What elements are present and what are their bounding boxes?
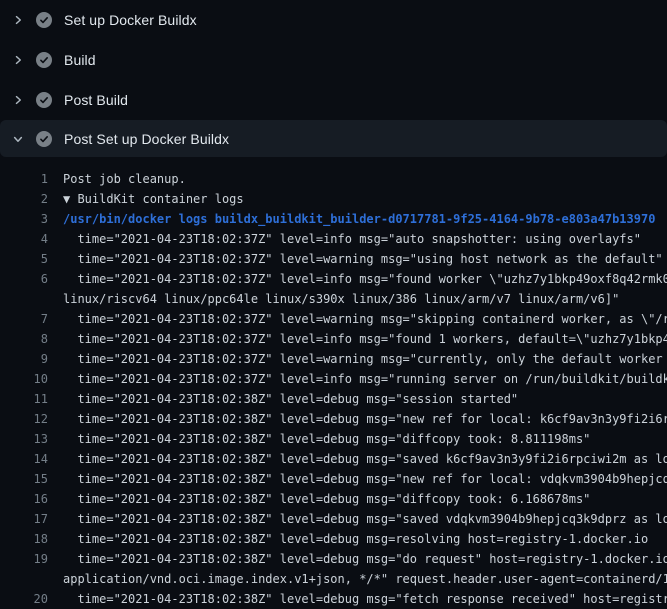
line-number: 7 [0,309,48,329]
step-build[interactable]: Build [0,40,667,80]
line-text: time="2021-04-23T18:02:37Z" level=warnin… [63,249,663,269]
log-line: 14 time="2021-04-23T18:02:38Z" level=deb… [0,449,667,469]
line-text: time="2021-04-23T18:02:38Z" level=debug … [63,469,667,489]
step-label: Set up Docker Buildx [64,12,197,28]
log-line: 8 time="2021-04-23T18:02:37Z" level=info… [0,329,667,349]
line-number: 9 [0,349,48,369]
log-line-wrap: linux/riscv64 linux/ppc64le linux/s390x … [0,289,667,309]
chevron-right-icon [11,53,25,67]
line-text: linux/riscv64 linux/ppc64le linux/s390x … [63,289,619,309]
line-text: time="2021-04-23T18:02:38Z" level=debug … [63,489,590,509]
line-text: time="2021-04-23T18:02:37Z" level=info m… [63,369,667,389]
log-line: 10 time="2021-04-23T18:02:37Z" level=inf… [0,369,667,389]
line-text: time="2021-04-23T18:02:38Z" level=debug … [63,549,667,569]
step-post-set-up-docker-buildx[interactable]: Post Set up Docker Buildx [0,120,667,157]
log-line: 12 time="2021-04-23T18:02:38Z" level=deb… [0,409,667,429]
line-number: 6 [0,269,48,289]
log-line: 16 time="2021-04-23T18:02:38Z" level=deb… [0,489,667,509]
line-number [0,569,48,589]
line-text: application/vnd.oci.image.index.v1+json,… [63,569,667,589]
line-text: Post job cleanup. [63,169,186,189]
log-line: 19 time="2021-04-23T18:02:38Z" level=deb… [0,549,667,569]
log-line: 18 time="2021-04-23T18:02:38Z" level=deb… [0,529,667,549]
line-text: time="2021-04-23T18:02:38Z" level=debug … [63,589,667,609]
check-circle-icon [36,92,52,108]
line-text: time="2021-04-23T18:02:37Z" level=warnin… [63,309,667,329]
line-text: time="2021-04-23T18:02:38Z" level=debug … [63,509,667,529]
log-line: 20 time="2021-04-23T18:02:38Z" level=deb… [0,589,667,609]
log-line: 15 time="2021-04-23T18:02:38Z" level=deb… [0,469,667,489]
step-post-build[interactable]: Post Build [0,80,667,120]
line-number: 4 [0,229,48,249]
line-text: time="2021-04-23T18:02:38Z" level=debug … [63,449,667,469]
log-area: 1 Post job cleanup. 2 ▼ BuildKit container … [0,157,667,609]
line-number: 13 [0,429,48,449]
line-number: 8 [0,329,48,349]
line-number: 11 [0,389,48,409]
line-text: time="2021-04-23T18:02:38Z" level=debug … [63,389,518,409]
line-number: 20 [0,589,48,609]
line-text: /usr/bin/docker logs buildx_buildkit_bui… [63,209,655,229]
chevron-right-icon [11,13,25,27]
line-text: time="2021-04-23T18:02:38Z" level=debug … [63,429,590,449]
check-circle-icon [36,52,52,68]
line-number: 14 [0,449,48,469]
line-text: time="2021-04-23T18:02:38Z" level=debug … [63,529,648,549]
log-line: 1 Post job cleanup. [0,169,667,189]
log-line: 13 time="2021-04-23T18:02:38Z" level=deb… [0,429,667,449]
line-text: time="2021-04-23T18:02:37Z" level=info m… [63,229,641,249]
log-line: 9 time="2021-04-23T18:02:37Z" level=warn… [0,349,667,369]
log-line-command: 3/usr/bin/docker logs buildx_buildkit_bu… [0,209,667,229]
line-text: time="2021-04-23T18:02:38Z" level=debug … [63,409,667,429]
step-list: Set up Docker Buildx Build Post Build Po… [0,0,667,157]
line-text: time="2021-04-23T18:02:37Z" level=warnin… [63,349,667,369]
line-text: time="2021-04-23T18:02:37Z" level=info m… [63,329,667,349]
log-line: 5 time="2021-04-23T18:02:37Z" level=warn… [0,249,667,269]
log-line: 7 time="2021-04-23T18:02:37Z" level=warn… [0,309,667,329]
line-text: ▼ BuildKit container logs [63,189,244,209]
line-number: 2 [0,189,48,209]
log-line-wrap: application/vnd.oci.image.index.v1+json,… [0,569,667,589]
line-number: 3 [0,209,48,229]
chevron-down-icon [11,132,25,146]
line-number: 18 [0,529,48,549]
line-text: time="2021-04-23T18:02:37Z" level=info m… [63,269,667,289]
log-line: 17 time="2021-04-23T18:02:38Z" level=deb… [0,509,667,529]
line-number: 5 [0,249,48,269]
line-number: 16 [0,489,48,509]
log-line-group-toggle[interactable]: 2 ▼ BuildKit container logs [0,189,667,209]
step-label: Post Set up Docker Buildx [64,131,229,147]
line-number: 15 [0,469,48,489]
step-label: Build [64,52,96,68]
chevron-right-icon [11,93,25,107]
log-line: 4 time="2021-04-23T18:02:37Z" level=info… [0,229,667,249]
check-circle-icon [36,12,52,28]
line-number [0,289,48,309]
log-line: 11 time="2021-04-23T18:02:38Z" level=deb… [0,389,667,409]
line-number: 19 [0,549,48,569]
line-number: 10 [0,369,48,389]
line-number: 1 [0,169,48,189]
step-set-up-docker-buildx[interactable]: Set up Docker Buildx [0,0,667,40]
line-number: 17 [0,509,48,529]
line-number: 12 [0,409,48,429]
step-label: Post Build [64,92,128,108]
check-circle-icon [36,131,52,147]
log-line: 6 time="2021-04-23T18:02:37Z" level=info… [0,269,667,289]
